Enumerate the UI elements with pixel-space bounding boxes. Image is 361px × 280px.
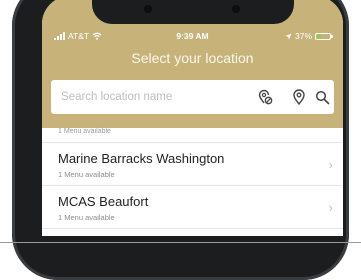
search-input[interactable]: [61, 80, 201, 114]
location-off-icon[interactable]: [256, 88, 274, 106]
sensor-dot: [144, 5, 152, 13]
list-item[interactable]: 1 Menu available: [42, 128, 343, 143]
location-list: 1 Menu available Marine Barracks Washing…: [42, 128, 343, 229]
app-header: AT&T 9:39 AM 37% Select your location Se…: [42, 0, 343, 128]
phone-frame: AT&T 9:39 AM 37% Select your location Se…: [12, 0, 349, 280]
battery-fill: [317, 34, 322, 38]
menu-count: 1 Menu available: [58, 213, 115, 222]
location-name: Marine Barracks Washington: [58, 151, 225, 166]
list-item[interactable]: Marine Barracks Washington 1 Menu availa…: [42, 143, 343, 186]
location-arrow-icon: [285, 33, 292, 39]
menu-count: 1 Menu available: [58, 128, 111, 135]
phone-screen: AT&T 9:39 AM 37% Select your location Se…: [42, 0, 343, 236]
status-right: 37%: [285, 31, 333, 41]
menu-count: 1 Menu available: [58, 170, 115, 179]
chevron-right-icon: ›: [328, 157, 333, 172]
search-bar: [51, 80, 334, 114]
camera-dot: [232, 5, 240, 13]
phone-notch: [92, 0, 294, 24]
map-pin-icon[interactable]: [290, 88, 308, 106]
list-item[interactable]: MCAS Beaufort 1 Menu available ›: [42, 186, 343, 229]
battery-icon: [315, 32, 333, 40]
battery-percent: 37%: [294, 31, 312, 41]
divider: [0, 242, 361, 243]
search-icon[interactable]: [313, 88, 331, 106]
status-bar: AT&T 9:39 AM 37%: [42, 31, 343, 45]
chevron-right-icon: ›: [328, 200, 333, 215]
location-name: MCAS Beaufort: [58, 194, 149, 209]
page-title: Select your location: [131, 50, 254, 66]
